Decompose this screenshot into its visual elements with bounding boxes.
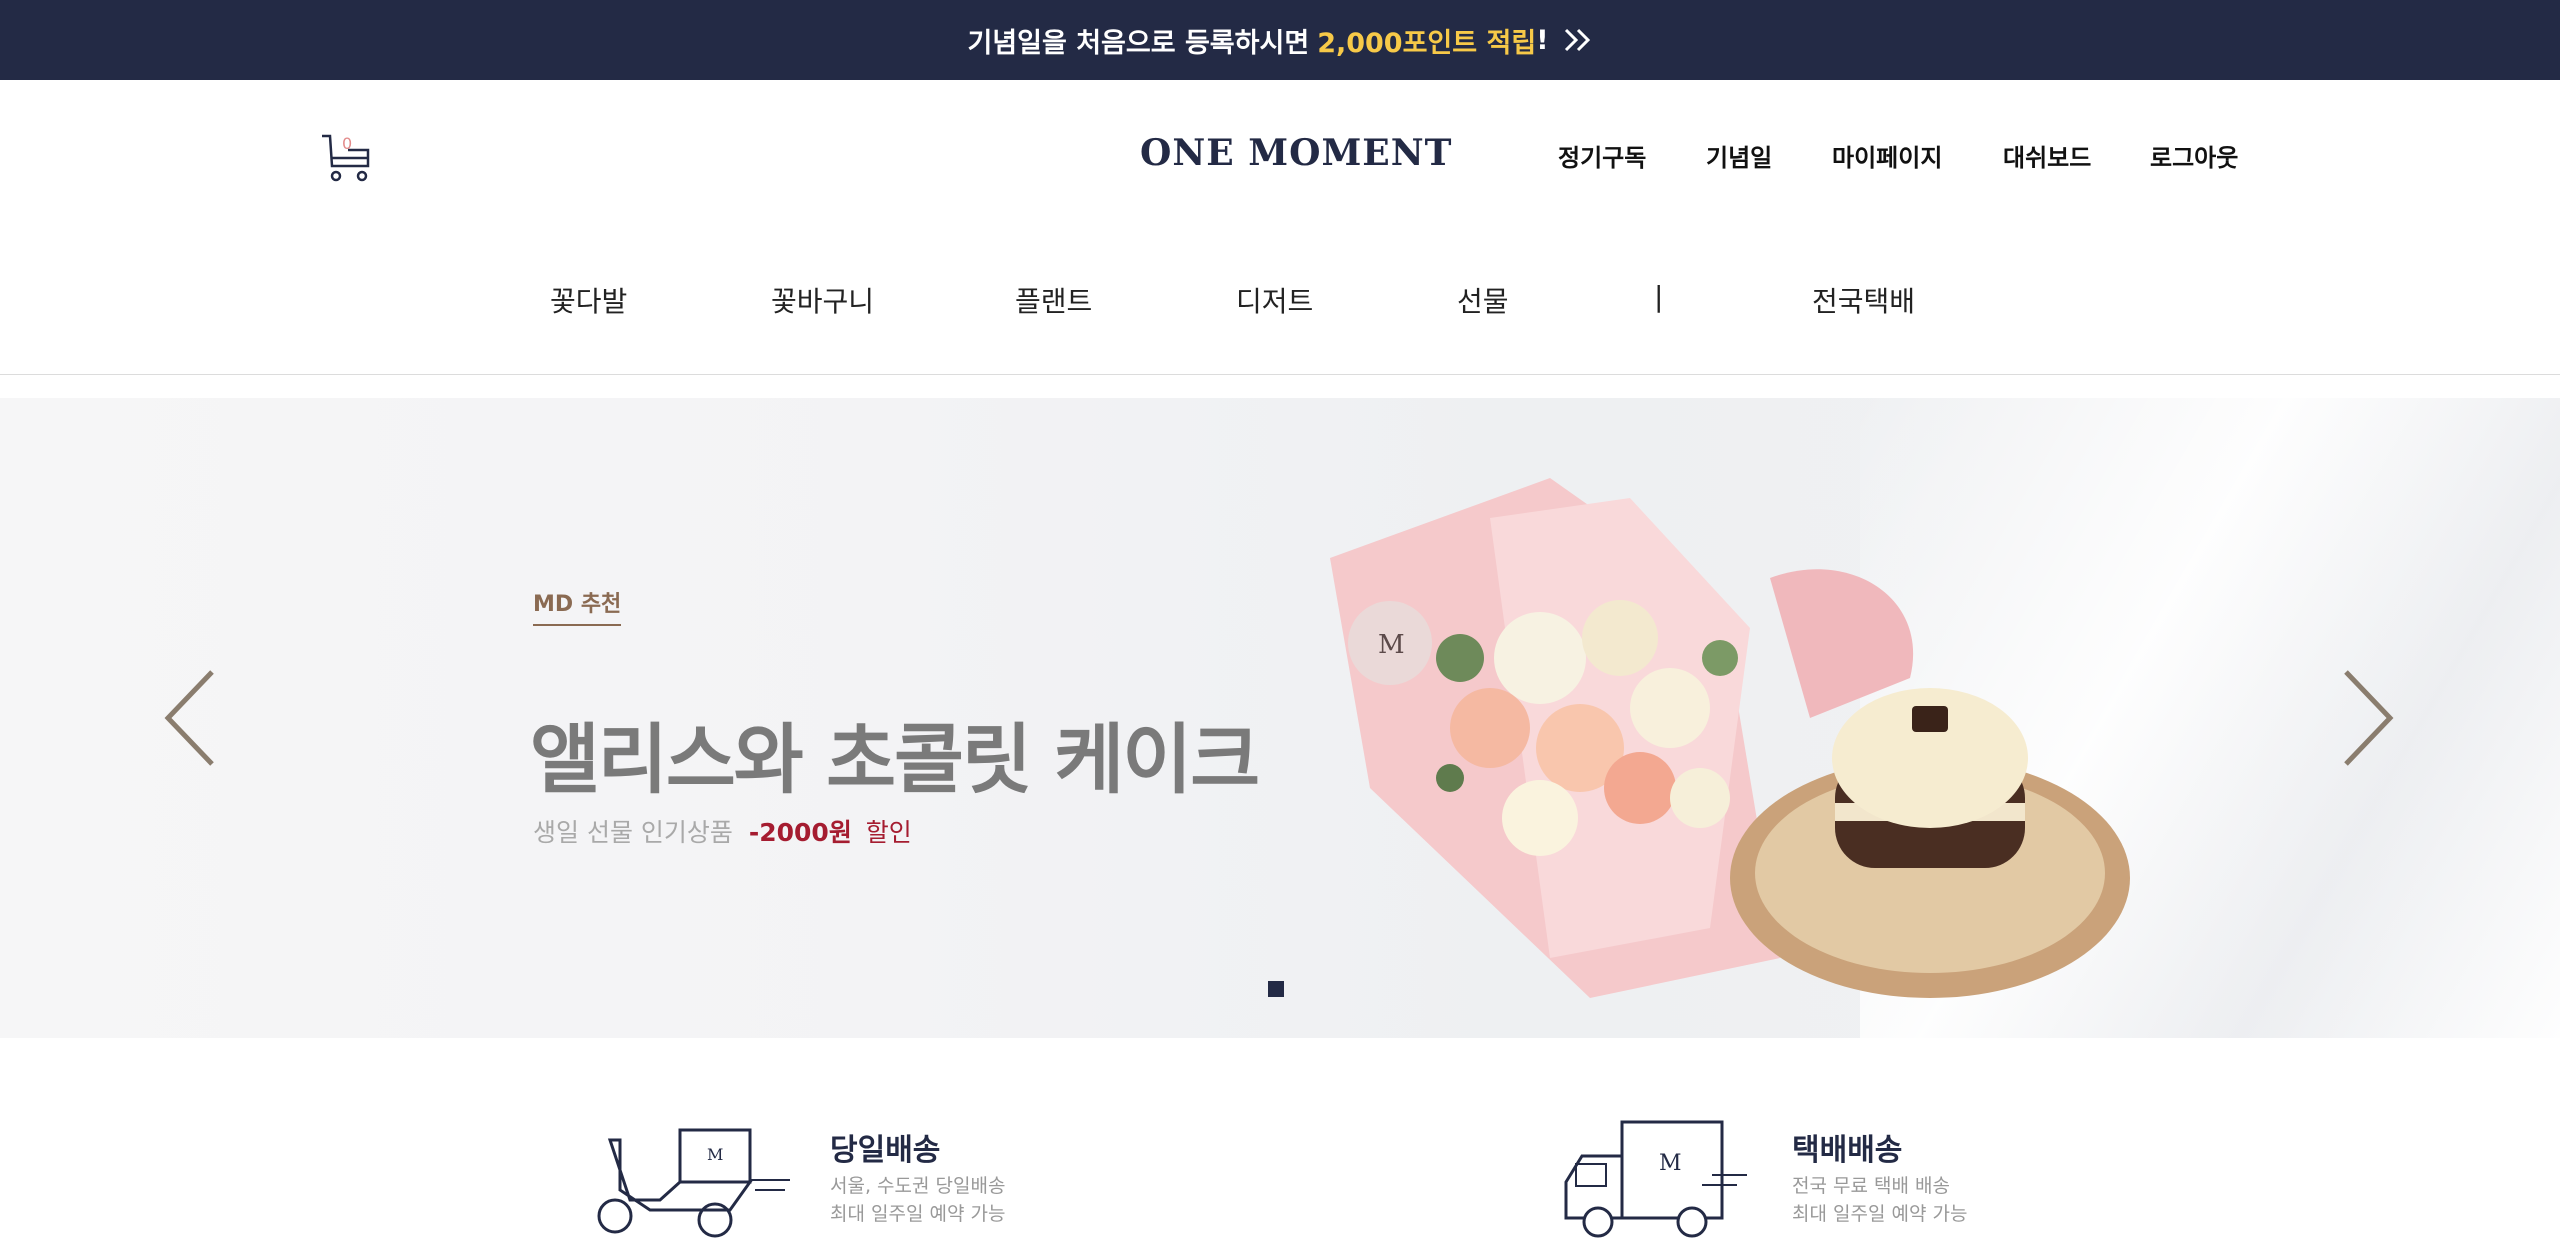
category-dessert[interactable]: 디저트 bbox=[1236, 280, 1313, 320]
promo-highlight: 2,000포인트 적립 bbox=[1317, 27, 1537, 59]
category-bouquet[interactable]: 꽃다발 bbox=[550, 280, 627, 320]
chevron-left-icon bbox=[164, 670, 214, 766]
hero-discount-word: 할인 bbox=[865, 818, 912, 847]
md-pick-badge: MD 추천 bbox=[533, 586, 622, 626]
nav-divider: | bbox=[1654, 280, 1664, 313]
feature-same-day-desc-line1: 서울, 수도권 당일배송 bbox=[830, 1175, 1006, 1197]
hero-subtext: 생일 선물 인기상품 -2000원 할인 bbox=[533, 813, 912, 849]
promo-banner[interactable]: 기념일을 처음으로 등록하시면 2,000포인트 적립 ! bbox=[0, 0, 2560, 80]
nav-dashboard[interactable]: 대쉬보드 bbox=[2003, 138, 2091, 173]
promo-text: 기념일을 처음으로 등록하시면 bbox=[967, 27, 1310, 59]
scooter-icon: M bbox=[597, 1128, 790, 1238]
hero-slider[interactable]: M MD 추천 앨리스와 초콜릿 케이크 생일 선물 인기상품 -2000원 할… bbox=[0, 398, 2560, 1038]
cart-count: 0 bbox=[342, 134, 353, 153]
category-plant[interactable]: 플랜트 bbox=[1015, 280, 1092, 320]
nav-subscription[interactable]: 정기구독 bbox=[1558, 138, 1646, 173]
slider-pagination-dot[interactable] bbox=[1268, 981, 1284, 997]
category-gift[interactable]: 선물 bbox=[1457, 280, 1509, 320]
feature-same-day-desc: 서울, 수도권 당일배송 최대 일주일 예약 가능 bbox=[830, 1172, 1005, 1228]
category-nationwide-delivery[interactable]: 전국택배 bbox=[1812, 280, 1915, 320]
hero-headline: 앨리스와 초콜릿 케이크 bbox=[530, 715, 1260, 804]
chevron-right-icon bbox=[2344, 670, 2394, 766]
feature-same-day-title: 당일배송 bbox=[830, 1133, 941, 1168]
product-image: M bbox=[1330, 478, 2130, 998]
nav-logout[interactable]: 로그아웃 bbox=[2150, 138, 2238, 173]
hero-sub-label: 생일 선물 인기상품 bbox=[533, 818, 733, 847]
slider-prev-button[interactable] bbox=[160, 668, 220, 768]
hero-discount-amount: -2000원 bbox=[748, 818, 852, 847]
cart-button[interactable]: 0 bbox=[318, 130, 374, 186]
nav-mypage[interactable]: 마이페이지 bbox=[1832, 138, 1942, 173]
feature-parcel-desc: 전국 무료 택배 배송 최대 일주일 예약 가능 bbox=[1792, 1172, 1967, 1228]
feature-parcel-title: 택배배송 bbox=[1792, 1133, 1903, 1168]
truck-icon: M bbox=[1564, 1120, 1747, 1238]
site-logo[interactable]: ONE MOMENT bbox=[1140, 132, 1452, 174]
nav-anniversary[interactable]: 기념일 bbox=[1706, 138, 1772, 173]
svg-text:M: M bbox=[707, 1145, 723, 1164]
feature-same-day-desc-line2: 최대 일주일 예약 가능 bbox=[830, 1203, 1006, 1225]
category-basket[interactable]: 꽃바구니 bbox=[771, 280, 874, 320]
feature-parcel-desc-line1: 전국 무료 택배 배송 bbox=[1792, 1175, 1950, 1197]
promo-suffix: ! bbox=[1536, 24, 1549, 56]
site-header: 0 ONE MOMENT 정기구독 기념일 마이페이지 대쉬보드 로그아웃 꽃다… bbox=[0, 80, 2560, 375]
double-chevron-right-icon bbox=[1563, 27, 1593, 53]
svg-text:M: M bbox=[1378, 630, 1405, 660]
feature-parcel-desc-line2: 최대 일주일 예약 가능 bbox=[1792, 1203, 1968, 1225]
svg-text:M: M bbox=[1659, 1151, 1682, 1176]
slider-next-button[interactable] bbox=[2338, 668, 2398, 768]
